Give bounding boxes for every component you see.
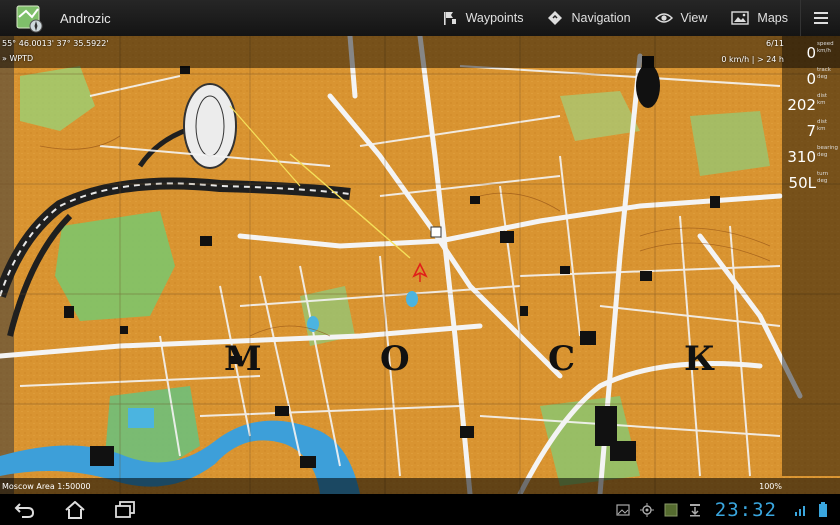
gauge-distance-2[interactable]: 7 dist km	[782, 116, 838, 142]
gps-icon[interactable]	[639, 502, 654, 517]
androzic-screen: Androzic Waypoints Navigation View Maps …	[0, 0, 840, 525]
map-letter-c: С	[548, 339, 575, 379]
map-letter-o: О	[380, 339, 410, 379]
navigation-button[interactable]: Navigation	[535, 0, 642, 36]
battery-icon	[819, 501, 827, 517]
zoom-level: 100%	[759, 482, 782, 491]
app-title: Androzic	[60, 10, 111, 26]
eye-icon	[654, 13, 673, 23]
gauge-track[interactable]: 0 track deg	[782, 64, 838, 90]
wifi-signal-icon	[795, 505, 805, 516]
overflow-menu-icon	[813, 12, 828, 24]
notification-image-icon[interactable]	[616, 503, 630, 516]
gauge-bearing[interactable]: 310 bearing deg	[782, 142, 838, 168]
gauge-speed[interactable]: 0 speed km/h	[782, 38, 838, 64]
download-icon[interactable]	[688, 503, 702, 517]
recent-apps-button[interactable]	[100, 494, 150, 525]
overflow-menu-button[interactable]	[800, 0, 840, 36]
app-notification-icon[interactable]	[664, 503, 678, 517]
clock[interactable]: 23:32	[715, 499, 777, 521]
map-status-strip	[0, 478, 840, 494]
waypoint-flag-icon	[443, 12, 456, 25]
maps-button[interactable]: Maps	[719, 0, 800, 36]
map-name: Moscow Area 1:50000	[2, 482, 91, 491]
waypoints-label: Waypoints	[465, 11, 524, 25]
map-info-strip	[0, 36, 840, 68]
view-button[interactable]: View	[643, 0, 720, 36]
waypoints-button[interactable]: Waypoints	[430, 0, 536, 36]
home-icon	[65, 500, 85, 519]
navigation-label: Navigation	[571, 11, 631, 25]
speed-summary: 0 km/h | > 24 h	[721, 55, 784, 64]
back-button[interactable]	[0, 494, 50, 525]
waypoint-label[interactable]: » WPTD	[2, 54, 33, 63]
system-bar: 23:32	[0, 494, 840, 525]
map-view[interactable]: М О С К 55° 46.0013' 37° 35.5922' » WPTD…	[0, 36, 840, 494]
view-label: View	[680, 11, 708, 25]
home-button[interactable]	[50, 494, 100, 525]
map-image-icon	[731, 11, 750, 25]
coordinates-readout: 55° 46.0013' 37° 35.5922'	[2, 39, 109, 48]
gauge-turn[interactable]: 50L turn deg	[782, 168, 838, 194]
recent-apps-icon	[115, 500, 135, 518]
map-letter-m: М	[224, 339, 262, 379]
maps-label: Maps	[757, 11, 788, 25]
gauge-distance[interactable]: 202 dist km	[782, 90, 838, 116]
map-app-icon[interactable]	[14, 3, 44, 33]
navigation-diamond-icon	[548, 11, 563, 25]
map-letter-k: К	[684, 339, 715, 379]
action-bar: Androzic Waypoints Navigation View Maps	[0, 0, 840, 36]
back-icon	[14, 502, 35, 518]
topo-map-canvas: М О С К	[0, 36, 840, 494]
